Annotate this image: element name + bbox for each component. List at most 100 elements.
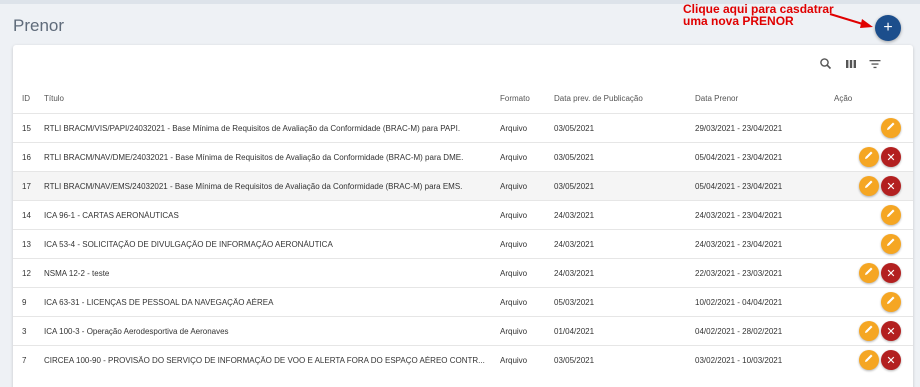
close-icon: ✕ [886, 267, 896, 280]
pencil-icon [885, 206, 897, 224]
pencil-icon [863, 264, 875, 282]
cell-title: RTLI BRACM/VIS/PAPI/24032021 - Base Míni… [44, 124, 461, 133]
edit-button[interactable] [859, 350, 879, 370]
cell-prenor-date: 10/02/2021 - 04/04/2021 [695, 298, 783, 307]
table-row[interactable]: 17 RTLI BRACM/NAV/EMS/24032021 - Base Mín… [13, 171, 913, 200]
table-row[interactable]: 7 CIRCEA 100-90 - PROVISÃO DO SERVIÇO DE … [13, 345, 913, 374]
edit-button[interactable] [881, 118, 901, 138]
edit-button[interactable] [881, 292, 901, 312]
delete-button[interactable]: ✕ [881, 263, 901, 283]
cell-publication-date: 24/03/2021 [554, 269, 595, 278]
cell-format: Arquivo [500, 211, 528, 220]
edit-button[interactable] [859, 321, 879, 341]
cell-title: CIRCEA 100-90 - PROVISÃO DO SERVIÇO DE I… [44, 356, 485, 365]
pencil-glyph [865, 151, 873, 159]
column-header-publication-date[interactable]: Data prev. de Publicação [554, 94, 643, 103]
pencil-glyph [865, 325, 873, 333]
cell-prenor-date: 05/04/2021 - 23/04/2021 [695, 153, 783, 162]
close-icon: ✕ [886, 151, 896, 164]
cell-publication-date: 03/05/2021 [554, 153, 595, 162]
cell-title: NSMA 12-2 - teste [44, 269, 110, 278]
cell-format: Arquivo [500, 269, 528, 278]
cell-format: Arquivo [500, 182, 528, 191]
cell-title: ICA 96-1 - CARTAS AERONÁUTICAS [44, 211, 179, 220]
cell-publication-date: 03/05/2021 [554, 124, 595, 133]
cell-id: 15 [22, 124, 31, 133]
cell-prenor-date: 22/03/2021 - 23/03/2021 [695, 269, 783, 278]
pencil-glyph [865, 180, 873, 188]
table-row[interactable]: 14 ICA 96-1 - CARTAS AERONÁUTICAS Arquivo 2… [13, 200, 913, 229]
cell-publication-date: 24/03/2021 [554, 211, 595, 220]
cell-title: ICA 53-4 - SOLICITAÇÃO DE DIVULGAÇÃO DE … [44, 240, 333, 249]
pencil-glyph [887, 296, 895, 304]
pencil-glyph [865, 267, 873, 275]
prenor-table-card: ID Título Formato Data prev. de Publicaç… [13, 45, 913, 387]
table-row[interactable]: 16 RTLI BRACM/NAV/DME/24032021 - Base Mín… [13, 142, 913, 171]
pencil-glyph [887, 122, 895, 130]
close-icon: ✕ [886, 354, 896, 367]
cell-title: ICA 63-31 - LICENÇAS DE PESSOAL DA NAVEG… [44, 298, 274, 307]
cell-id: 13 [22, 240, 31, 249]
close-icon: ✕ [886, 180, 896, 193]
edit-button[interactable] [859, 263, 879, 283]
cell-id: 3 [22, 327, 27, 336]
cell-title: ICA 100-3 - Operação Aerodesportiva de A… [44, 327, 229, 336]
close-icon: ✕ [886, 325, 896, 338]
edit-button[interactable] [859, 147, 879, 167]
pencil-icon [885, 119, 897, 137]
pencil-icon [863, 177, 875, 195]
cell-publication-date: 05/03/2021 [554, 298, 595, 307]
cell-id: 9 [22, 298, 27, 307]
column-header-prenor-date[interactable]: Data Prenor [695, 94, 738, 103]
cell-publication-date: 03/05/2021 [554, 356, 595, 365]
columns-icon[interactable] [843, 56, 859, 72]
cell-id: 12 [22, 269, 31, 278]
cell-id: 17 [22, 182, 31, 191]
cell-prenor-date: 03/02/2021 - 10/03/2021 [695, 356, 783, 365]
cell-prenor-date: 24/03/2021 - 23/04/2021 [695, 211, 783, 220]
cell-id: 14 [22, 211, 31, 220]
cell-id: 16 [22, 153, 31, 162]
delete-button[interactable]: ✕ [881, 350, 901, 370]
pencil-glyph [865, 354, 873, 362]
cell-format: Arquivo [500, 327, 528, 336]
edit-button[interactable] [859, 176, 879, 196]
pencil-icon [863, 351, 875, 369]
cell-prenor-date: 05/04/2021 - 23/04/2021 [695, 182, 783, 191]
table-row[interactable]: 9 ICA 63-31 - LICENÇAS DE PESSOAL DA NAVE… [13, 287, 913, 316]
cell-prenor-date: 04/02/2021 - 28/02/2021 [695, 327, 783, 336]
cell-publication-date: 03/05/2021 [554, 182, 595, 191]
add-prenor-button[interactable]: + [875, 15, 901, 41]
table-row[interactable]: 15 RTLI BRACM/VIS/PAPI/24032021 - Base Mí… [13, 113, 913, 142]
cell-format: Arquivo [500, 298, 528, 307]
pencil-icon [885, 293, 897, 311]
cell-title: RTLI BRACM/NAV/EMS/24032021 - Base Mínim… [44, 182, 463, 191]
cell-prenor-date: 24/03/2021 - 23/04/2021 [695, 240, 783, 249]
cell-format: Arquivo [500, 124, 528, 133]
table-row[interactable]: 3 ICA 100-3 - Operação Aerodesportiva de … [13, 316, 913, 345]
cell-id: 7 [22, 356, 27, 365]
pencil-icon [863, 322, 875, 340]
pencil-icon [863, 148, 875, 166]
cell-publication-date: 24/03/2021 [554, 240, 595, 249]
delete-button[interactable]: ✕ [881, 176, 901, 196]
table-row[interactable]: 12 NSMA 12-2 - teste Arquivo 24/03/2021 22/0… [13, 258, 913, 287]
cell-prenor-date: 29/03/2021 - 23/04/2021 [695, 124, 783, 133]
search-icon[interactable] [818, 56, 834, 72]
pencil-glyph [887, 209, 895, 217]
cell-title: RTLI BRACM/NAV/DME/24032021 - Base Mínim… [44, 153, 464, 162]
column-header-title[interactable]: Título [44, 94, 64, 103]
column-header-id[interactable]: ID [22, 94, 30, 103]
column-header-format[interactable]: Formato [500, 94, 530, 103]
edit-button[interactable] [881, 234, 901, 254]
cell-format: Arquivo [500, 356, 528, 365]
filter-icon[interactable] [867, 56, 883, 72]
pencil-icon [885, 235, 897, 253]
pencil-glyph [887, 238, 895, 246]
column-header-action: Ação [834, 94, 853, 103]
delete-button[interactable]: ✕ [881, 321, 901, 341]
delete-button[interactable]: ✕ [881, 147, 901, 167]
table-row[interactable]: 13 ICA 53-4 - SOLICITAÇÃO DE DIVULGAÇÃO D… [13, 229, 913, 258]
edit-button[interactable] [881, 205, 901, 225]
cell-format: Arquivo [500, 153, 528, 162]
